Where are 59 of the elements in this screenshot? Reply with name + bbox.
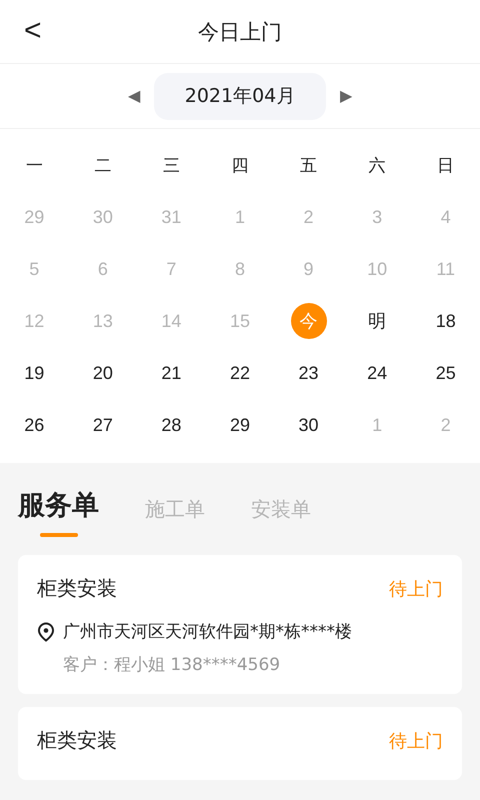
customer-info: 客户：程小姐 138****4569: [62, 654, 282, 676]
calendar-day[interactable]: 12: [16, 303, 52, 339]
weekday-label: 六: [368, 154, 387, 178]
weekday-label: 日: [436, 154, 456, 178]
order-title: 柜类安装: [37, 575, 117, 602]
calendar-day[interactable]: 27: [84, 407, 121, 443]
calendar-day[interactable]: 20: [84, 355, 121, 391]
order-address: 广州市天河区天河软件园*期*栋****楼: [63, 621, 352, 643]
weekday-label: 四: [230, 154, 250, 178]
calendar-day[interactable]: 2: [290, 199, 327, 235]
calendar-day[interactable]: 2: [428, 407, 464, 443]
calendar-day[interactable]: 10: [359, 251, 396, 287]
calendar-day[interactable]: 23: [290, 355, 327, 391]
order-title: 柜类安装: [37, 727, 117, 754]
weekday-label: 二: [93, 154, 112, 178]
calendar-day[interactable]: 5: [16, 251, 52, 287]
calendar-day[interactable]: 15: [222, 303, 258, 339]
order-tab[interactable]: 施工单: [145, 496, 205, 537]
page-title: 今日上门: [198, 18, 282, 46]
calendar-day[interactable]: 19: [16, 355, 52, 391]
order-tab[interactable]: 安装单: [251, 496, 311, 537]
calendar-day[interactable]: 31: [153, 199, 190, 235]
calendar-day[interactable]: 7: [153, 251, 190, 287]
calendar-day[interactable]: 24: [359, 355, 396, 391]
calendar-day[interactable]: 9: [290, 251, 327, 287]
calendar-day[interactable]: 29: [222, 407, 258, 443]
calendar-day[interactable]: 30: [84, 199, 121, 235]
location-pin-icon: [37, 622, 55, 642]
order-card[interactable]: 柜类安装 待上门: [18, 707, 462, 780]
calendar-day[interactable]: 13: [84, 303, 121, 339]
calendar-day[interactable]: 28: [153, 407, 190, 443]
calendar-day[interactable]: 今: [290, 303, 327, 339]
order-status: 待上门: [389, 578, 443, 600]
calendar-day[interactable]: 6: [84, 251, 121, 287]
next-month-button[interactable]: ▶: [336, 82, 356, 110]
weekday-label: 一: [24, 154, 44, 178]
calendar-day[interactable]: 26: [16, 407, 52, 443]
calendar-day[interactable]: 22: [222, 355, 258, 391]
order-status: 待上门: [389, 730, 443, 752]
order-card[interactable]: 柜类安装 待上门 广州市天河区天河软件园*期*栋****楼 客户：程小姐 138****4569: [18, 555, 462, 694]
calendar-day[interactable]: 21: [153, 355, 190, 391]
calendar-day[interactable]: 30: [290, 407, 327, 443]
previous-month-button[interactable]: ◀: [124, 82, 144, 110]
calendar-day[interactable]: 明: [359, 303, 396, 339]
calendar-day[interactable]: 1: [359, 407, 396, 443]
calendar-day[interactable]: 25: [428, 355, 464, 391]
calendar-day[interactable]: 11: [428, 251, 464, 287]
calendar-day[interactable]: 1: [222, 199, 258, 235]
month-selector[interactable]: 2021年04月: [154, 72, 326, 120]
back-button[interactable]: <: [18, 14, 48, 48]
order-tab[interactable]: 服务单: [18, 487, 99, 537]
calendar-day[interactable]: 8: [222, 251, 258, 287]
weekday-label: 三: [162, 154, 181, 178]
weekday-label: 五: [299, 154, 318, 178]
calendar-day[interactable]: 29: [16, 199, 52, 235]
calendar-day[interactable]: 4: [428, 199, 464, 235]
calendar-day[interactable]: 18: [428, 303, 464, 339]
calendar-day[interactable]: 3: [359, 199, 396, 235]
calendar-day[interactable]: 14: [153, 303, 190, 339]
